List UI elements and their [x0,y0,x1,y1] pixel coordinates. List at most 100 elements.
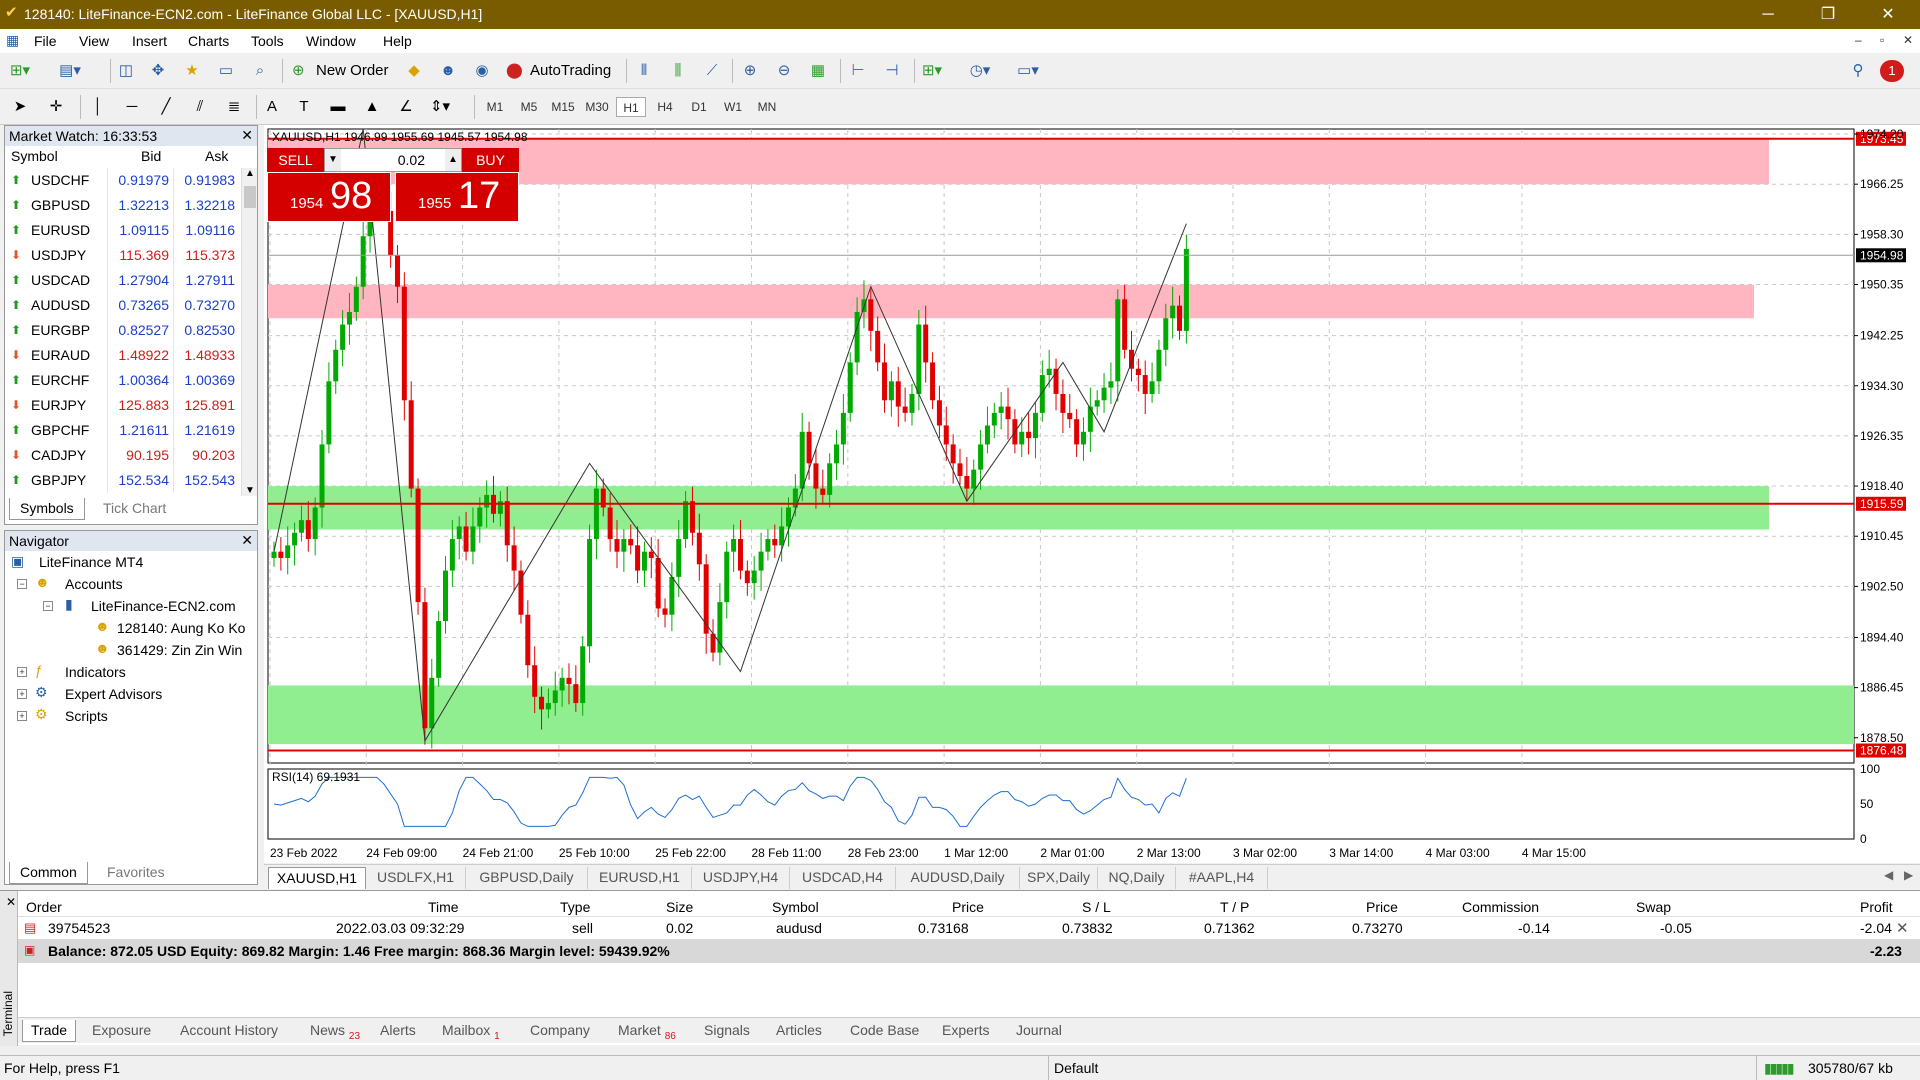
market-icon[interactable]: ◉ [470,59,494,83]
tab-scroll-right-icon[interactable]: ▶ [1904,868,1913,882]
text-label-icon[interactable]: T [292,95,316,119]
terminal-tab-code-base[interactable]: Code Base [842,1020,927,1042]
cursor-icon[interactable]: ➤ [8,95,32,119]
indicators-icon[interactable]: ⊞▾ [920,59,944,83]
bar-chart-icon[interactable]: ⫴ [632,59,656,83]
terminal-tab-exposure[interactable]: Exposure [84,1020,159,1042]
buy-price[interactable]: 1955 17 [395,172,519,222]
timeframe-mn[interactable]: MN [752,97,782,117]
collapse-icon[interactable]: − [43,601,53,611]
chart-tab[interactable]: SPX,Daily [1020,867,1098,889]
chart-tab[interactable]: USDCAD,H4 [790,867,896,889]
close-button[interactable]: ✕ [1860,0,1916,29]
close-icon[interactable]: ✕ [6,895,16,909]
zoom-out-icon[interactable]: ⊖ [772,59,796,83]
periods-icon[interactable]: ◷▾ [968,59,992,83]
col-symbol[interactable]: Symbol [11,148,58,164]
timeframe-w1[interactable]: W1 [718,97,748,117]
chart-tab[interactable]: GBPUSD,Daily [466,867,588,889]
metaeditor-icon[interactable]: ◆ [402,59,426,83]
col-bid[interactable]: Bid [141,148,161,164]
collapse-icon[interactable]: − [17,579,27,589]
order-sl[interactable]: 0.73832 [1062,920,1113,936]
order-tp[interactable]: 0.71362 [1204,920,1255,936]
nav-server[interactable]: LiteFinance-ECN2.com [91,598,236,614]
list-item[interactable]: ⬆ EURUSD 1.09115 1.09116 [5,218,241,243]
expand-icon[interactable]: + [17,711,27,721]
minimize-button[interactable]: ─ [1740,0,1796,29]
terminal-tab-articles[interactable]: Articles [768,1020,830,1042]
restore-button[interactable]: ❐ [1800,0,1856,29]
col-size[interactable]: Size [666,899,693,915]
timeframe-d1[interactable]: D1 [684,97,714,117]
col-commission[interactable]: Commission [1462,899,1539,915]
chart-window[interactable]: 1973.45 1915.59 1876.48 1974.20 1966.25 1958.… [264,125,1920,863]
chart-tab[interactable]: USDJPY,H4 [692,867,790,889]
terminal-tab-account-history[interactable]: Account History [172,1020,286,1042]
terminal-tab-trade[interactable]: Trade [22,1020,77,1042]
child-restore-button[interactable]: ▫ [1880,33,1884,47]
tab-favorites[interactable]: Favorites [97,862,175,884]
col-swap[interactable]: Swap [1636,899,1671,915]
market-watch-icon[interactable]: ◫ [114,59,138,83]
table-row[interactable]: ▤ 39754523 2022.03.03 09:32:29 sell 0.02… [18,917,1920,939]
tab-symbols[interactable]: Symbols [9,498,85,520]
autoscroll-icon[interactable]: ⊣ [880,59,904,83]
menu-help[interactable]: Help [383,33,412,49]
close-icon[interactable]: ✕ [241,532,253,549]
close-order-icon[interactable]: ✕ [1896,919,1909,937]
col-type[interactable]: Type [560,899,590,915]
chart-shift-icon[interactable]: ⊢ [846,59,870,83]
col-profit[interactable]: Profit [1860,899,1893,915]
fibonacci-icon[interactable]: ≣ [222,95,246,119]
terminal-tab-news[interactable]: News 23 [302,1020,368,1042]
lot-size-value[interactable]: 0.02 [365,152,425,168]
terminal-tab-mailbox[interactable]: Mailbox 1 [434,1020,508,1042]
list-item[interactable]: ⬆ GBPUSD 1.32213 1.32218 [5,193,241,218]
child-minimize-button[interactable]: – [1855,33,1862,47]
chart-tab[interactable]: AUDUSD,Daily [896,867,1020,889]
lot-decrease-icon[interactable]: ▼ [325,149,341,171]
list-item[interactable]: ⬆ USDCAD 1.27904 1.27911 [5,268,241,293]
terminal-tab-experts[interactable]: Experts [934,1020,997,1042]
templates-icon[interactable]: ▭▾ [1016,59,1040,83]
list-item[interactable]: ⬆ AUDUSD 0.73265 0.73270 [5,293,241,318]
profiles-icon[interactable]: ▤▾ [58,59,82,83]
col-sl[interactable]: S / L [1082,899,1111,915]
chart-tab[interactable]: NQ,Daily [1098,867,1176,889]
close-icon[interactable]: ✕ [241,127,253,144]
timeframe-m5[interactable]: M5 [514,97,544,117]
candlestick-icon[interactable]: ⫼ [666,59,690,83]
nav-root[interactable]: LiteFinance MT4 [39,554,143,570]
list-item[interactable]: ⬆ EURCHF 1.00364 1.00369 [5,368,241,393]
list-item[interactable]: ⬇ EURJPY 125.883 125.891 [5,393,241,418]
list-item[interactable]: ⬆ GBPCHF 1.21611 1.21619 [5,418,241,443]
col-current-price[interactable]: Price [1366,899,1398,915]
expand-icon[interactable]: + [17,689,27,699]
notification-badge[interactable]: 1 [1880,60,1904,82]
menu-insert[interactable]: Insert [132,33,167,49]
nav-accounts[interactable]: Accounts [65,576,123,592]
timeframe-m1[interactable]: M1 [480,97,510,117]
list-item[interactable]: ⬆ EURGBP 0.82527 0.82530 [5,318,241,343]
nav-scripts[interactable]: Scripts [65,708,108,724]
angle-icon[interactable]: ∠ [394,95,418,119]
timeframe-h1[interactable]: H1 [616,97,646,117]
menu-view[interactable]: View [79,33,109,49]
chart-tab[interactable]: USDLFX,H1 [366,867,466,889]
sell-button[interactable]: SELL [267,148,324,172]
nav-account-1[interactable]: 128140: Aung Ko Ko [117,620,245,636]
scrollbar[interactable]: ▲ ▼ [241,168,257,496]
price-chart[interactable]: 1973.451915.591876.481974.201966.251958.… [264,125,1920,863]
arrows-icon[interactable]: ⇕▾ [428,95,452,119]
terminal-tab-company[interactable]: Company [522,1020,598,1042]
list-item[interactable]: ⬆ USDCHF 0.91979 0.91983 [5,168,241,193]
list-item[interactable]: ⬇ EURAUD 1.48922 1.48933 [5,343,241,368]
tile-windows-icon[interactable]: ▦ [806,59,830,83]
channel-icon[interactable]: ⫽ [188,95,212,119]
navigator-icon[interactable]: ★ [180,59,204,83]
chart-tab[interactable]: XAUUSD,H1 [268,867,366,889]
new-chart-icon[interactable]: ⊞▾ [8,59,32,83]
signals-icon[interactable]: ☻ [436,59,460,83]
rectangle-icon[interactable]: ▬ [326,95,350,119]
